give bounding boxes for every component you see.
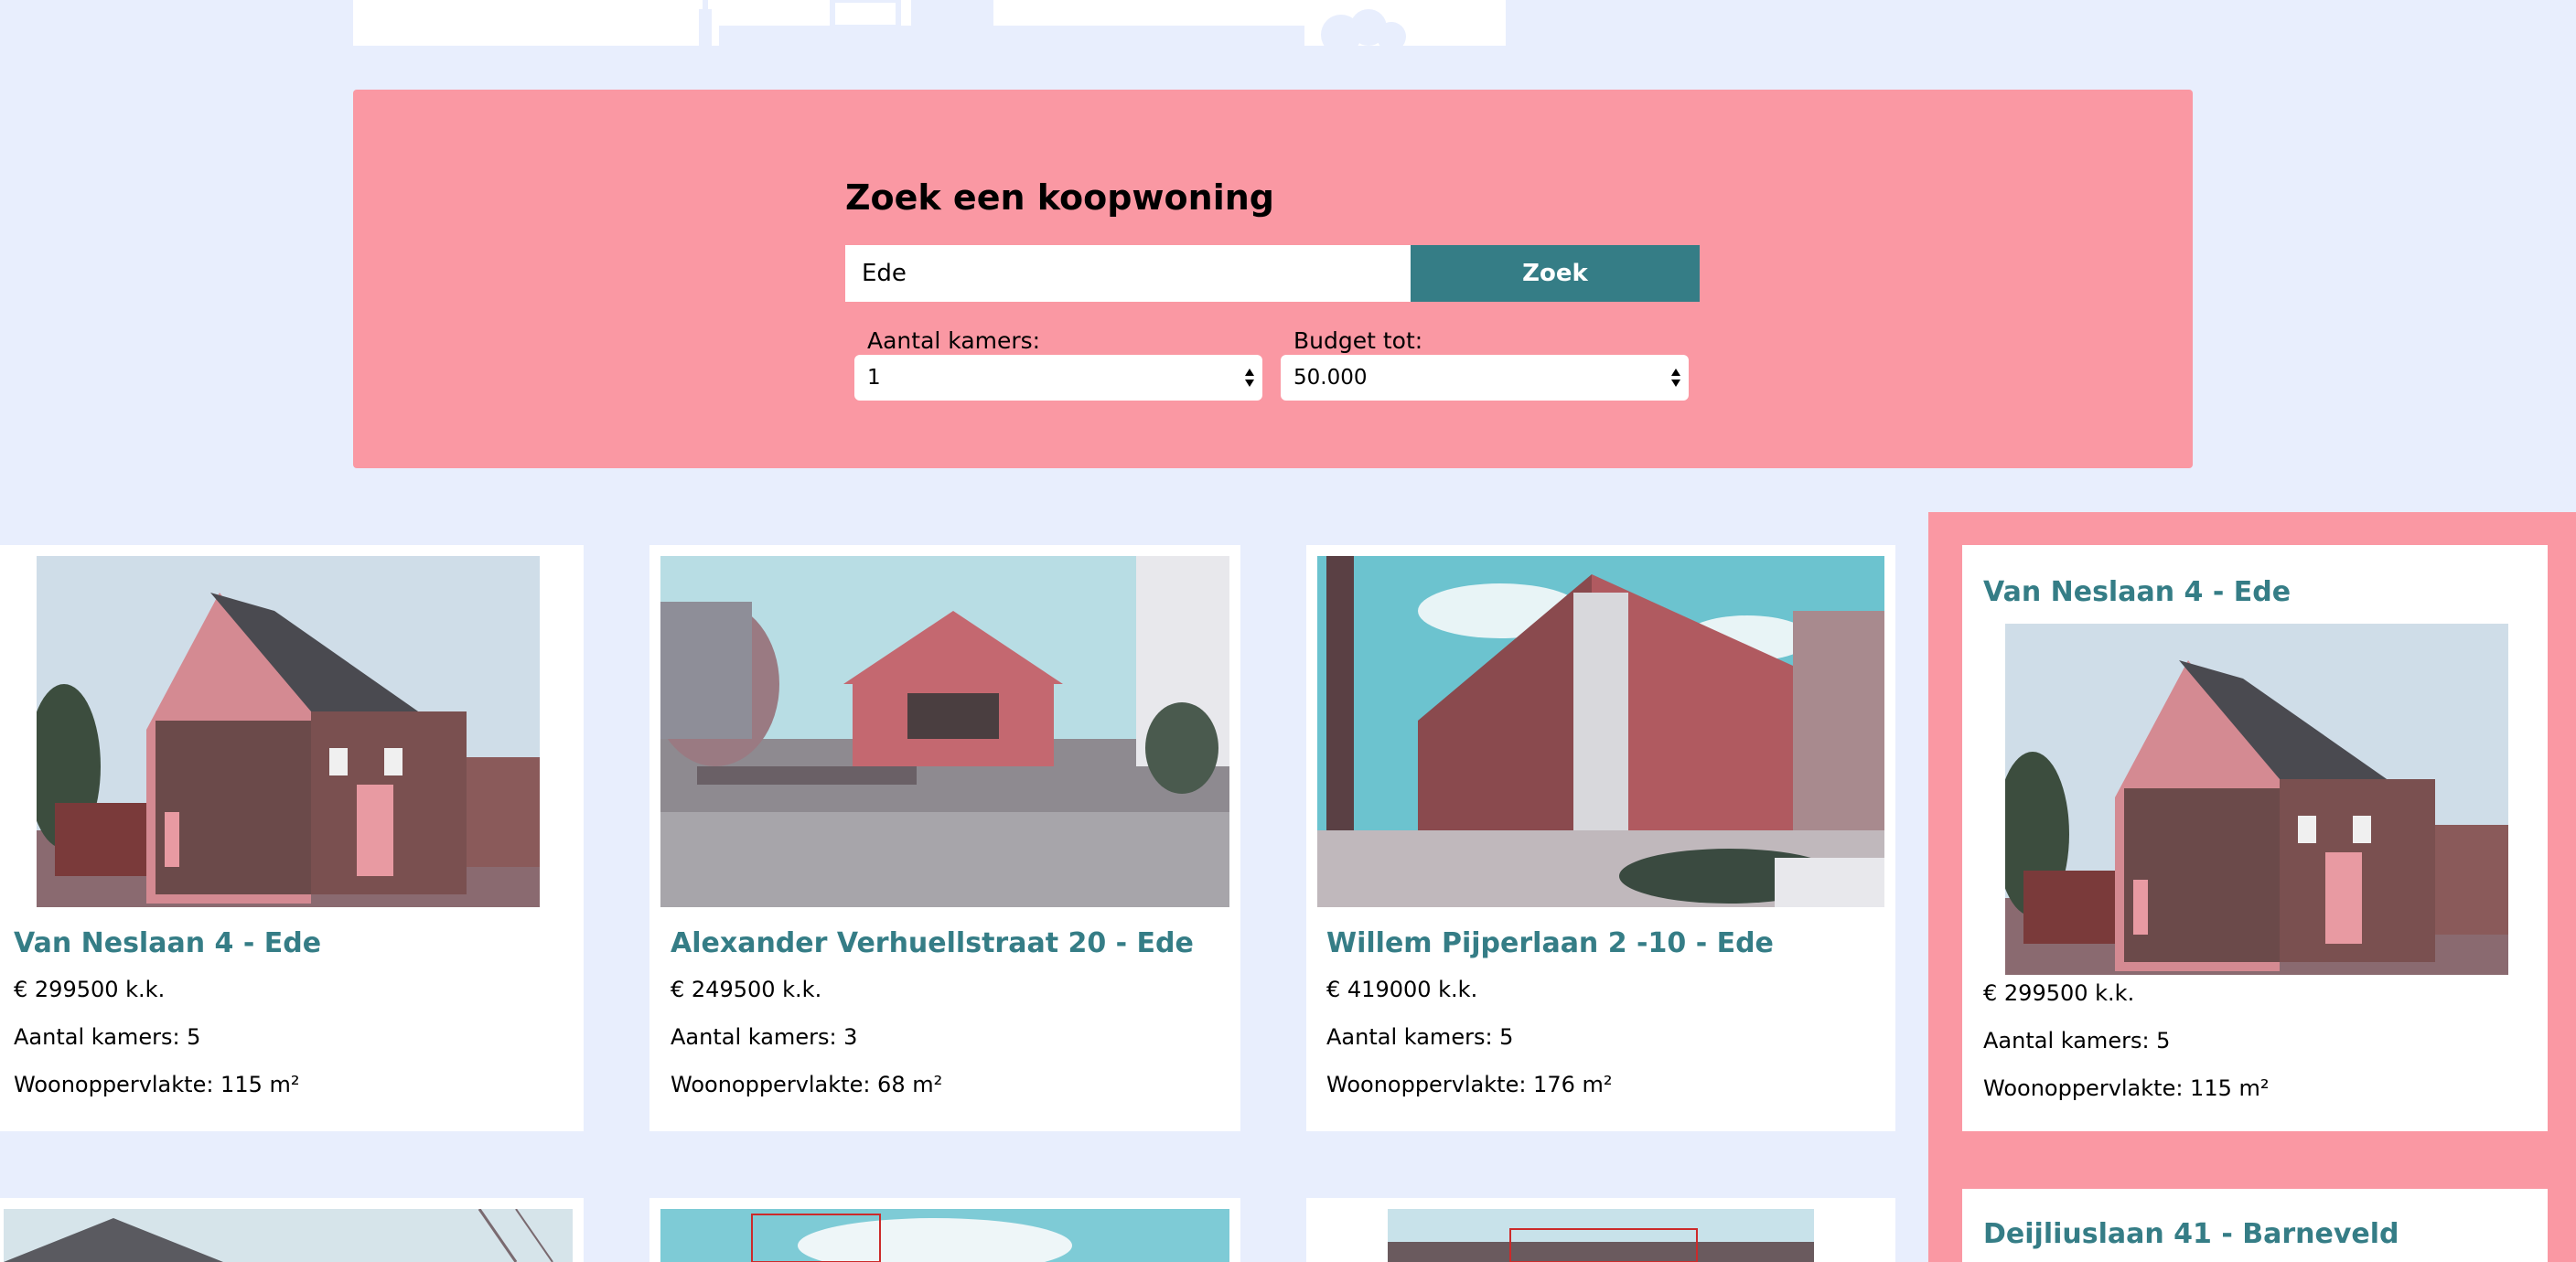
select-arrows-icon (1245, 369, 1254, 387)
search-panel: Zoek een koopwoning Ede Zoek Aantal kame… (353, 90, 2193, 468)
listing-rooms: Aantal kamers: 3 (671, 1024, 858, 1050)
select-arrows-icon (1671, 369, 1680, 387)
listing-card[interactable]: Van Neslaan 4 - Ede € 299500 k.k. Aantal… (0, 545, 584, 1131)
listing-card[interactable]: Alexander Verhuellstraat 20 - Ede € 2495… (649, 545, 1240, 1131)
listing-title[interactable]: Deijliuslaan 41 - Barneveld (1983, 1218, 2399, 1250)
listing-title[interactable]: Willem Pijperlaan 2 -10 - Ede (1326, 927, 1774, 959)
listing-photo[interactable] (660, 556, 1229, 907)
search-title: Zoek een koopwoning (845, 177, 1274, 218)
listing-card[interactable] (649, 1198, 1240, 1262)
search-button[interactable]: Zoek (1411, 245, 1700, 302)
budget-select[interactable]: 50.000 (1281, 355, 1689, 401)
listing-card[interactable] (1306, 1198, 1895, 1262)
listing-area: Woonoppervlakte: 115 m² (1983, 1075, 2270, 1101)
listing-area: Woonoppervlakte: 176 m² (1326, 1072, 1613, 1097)
listing-photo[interactable] (1317, 556, 1884, 907)
listing-card[interactable]: Willem Pijperlaan 2 -10 - Ede € 419000 k… (1306, 545, 1895, 1131)
listing-rooms: Aantal kamers: 5 (1983, 1028, 2171, 1053)
listing-area: Woonoppervlakte: 115 m² (14, 1072, 300, 1097)
sidebar-listing-card[interactable]: Deijliuslaan 41 - Barneveld (1962, 1189, 2548, 1262)
listing-title[interactable]: Van Neslaan 4 - Ede (14, 927, 321, 959)
budget-select-value: 50.000 (1293, 366, 1368, 390)
rooms-label: Aantal kamers: (867, 327, 1041, 354)
rooms-select-value: 1 (867, 366, 881, 390)
listing-area: Woonoppervlakte: 68 m² (671, 1072, 943, 1097)
listing-photo[interactable] (4, 1209, 573, 1262)
listing-price: € 419000 k.k. (1326, 977, 1478, 1002)
listing-photo[interactable] (2005, 624, 2508, 975)
search-input[interactable]: Ede (845, 245, 1411, 302)
listing-photo[interactable] (660, 1209, 1229, 1262)
listing-rooms: Aantal kamers: 5 (14, 1024, 201, 1050)
budget-label: Budget tot: (1293, 327, 1423, 354)
listing-title[interactable]: Van Neslaan 4 - Ede (1983, 576, 2291, 608)
listing-photo[interactable] (37, 556, 540, 907)
listing-price: € 299500 k.k. (1983, 980, 2135, 1006)
listing-card[interactable] (0, 1198, 584, 1262)
header-banner (353, 0, 1506, 46)
sidebar: Van Neslaan 4 - Ede € 299500 k.k. Aantal… (1928, 512, 2576, 1262)
listing-price: € 299500 k.k. (14, 977, 166, 1002)
skyline-illustration (699, 0, 1406, 46)
sidebar-listing-card[interactable]: Van Neslaan 4 - Ede € 299500 k.k. Aantal… (1962, 545, 2548, 1131)
listing-title[interactable]: Alexander Verhuellstraat 20 - Ede (671, 927, 1194, 959)
listing-photo[interactable] (1388, 1209, 1814, 1262)
listing-rooms: Aantal kamers: 5 (1326, 1024, 1514, 1050)
listing-price: € 249500 k.k. (671, 977, 822, 1002)
rooms-select[interactable]: 1 (854, 355, 1262, 401)
